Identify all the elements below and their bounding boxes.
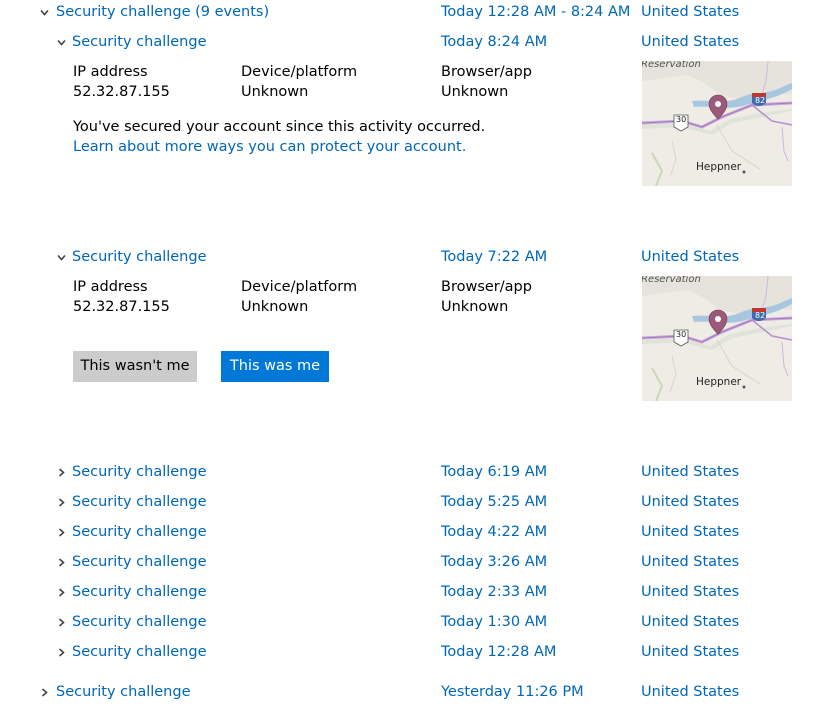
- event-title-link[interactable]: Security challenge: [72, 523, 207, 541]
- last-event-location[interactable]: United States: [641, 683, 739, 701]
- chevron-right-icon[interactable]: [57, 588, 66, 597]
- event2-title-link[interactable]: Security challenge: [72, 248, 207, 266]
- route-30-label: 30: [676, 115, 687, 124]
- this-wasnt-me-button[interactable]: This wasn't me: [73, 351, 197, 382]
- last-event-title-link[interactable]: Security challenge: [56, 683, 191, 701]
- event-location[interactable]: United States: [641, 553, 739, 571]
- route-30-label: 30: [676, 330, 687, 339]
- chevron-right-icon[interactable]: [57, 468, 66, 477]
- event-time: Today 6:19 AM: [441, 464, 548, 480]
- chevron-down-icon[interactable]: [57, 38, 66, 47]
- browser-app-label: Browser/app: [441, 64, 532, 80]
- chevron-right-icon[interactable]: [57, 498, 66, 507]
- event-location[interactable]: United States: [641, 463, 739, 481]
- event-location[interactable]: United States: [641, 643, 739, 661]
- event-title-link[interactable]: Security challenge: [72, 583, 207, 601]
- event-title-link[interactable]: Security challenge: [72, 643, 207, 661]
- ip-address-label: IP address: [73, 64, 148, 80]
- map-city-label: Heppner: [696, 161, 742, 173]
- group-location[interactable]: United States: [641, 3, 739, 21]
- learn-more-link[interactable]: Learn about more ways you can protect yo…: [73, 138, 466, 156]
- event-location[interactable]: United States: [641, 523, 739, 541]
- event-location[interactable]: United States: [641, 613, 739, 631]
- group-time: Today 12:28 AM - 8:24 AM: [441, 4, 631, 20]
- location-map[interactable]: Reservation 30 82 Heppner: [642, 61, 792, 186]
- event-title-link[interactable]: Security challenge: [72, 613, 207, 631]
- map-city-label: Heppner: [696, 376, 742, 388]
- device-platform-label: Device/platform: [241, 279, 358, 295]
- event-title-link[interactable]: Security challenge: [72, 493, 207, 511]
- chevron-down-icon[interactable]: [40, 8, 49, 17]
- event2-time: Today 7:22 AM: [441, 249, 548, 265]
- event-time: Today 12:28 AM: [441, 644, 557, 660]
- chevron-right-icon[interactable]: [57, 618, 66, 627]
- chevron-right-icon[interactable]: [57, 558, 66, 567]
- event-time: Today 5:25 AM: [441, 494, 548, 510]
- event1-title-link[interactable]: Security challenge: [72, 33, 207, 51]
- event-time: Today 4:22 AM: [441, 524, 548, 540]
- device-platform-label: Device/platform: [241, 64, 358, 80]
- event1-location[interactable]: United States: [641, 33, 739, 51]
- chevron-down-icon[interactable]: [57, 253, 66, 262]
- route-82-label: 82: [755, 96, 766, 105]
- ip-address-label: IP address: [73, 279, 148, 295]
- event2-location[interactable]: United States: [641, 248, 739, 266]
- event-location[interactable]: United States: [641, 583, 739, 601]
- ip-address-value: 52.32.87.155: [73, 84, 170, 100]
- secured-note: You've secured your account since this a…: [73, 119, 486, 135]
- this-was-me-button[interactable]: This was me: [221, 351, 329, 382]
- map-reservation-label: Reservation: [642, 61, 701, 70]
- device-platform-value: Unknown: [241, 299, 309, 315]
- location-map[interactable]: Reservation 30 82 Heppner: [642, 276, 792, 401]
- map-reservation-label: Reservation: [642, 276, 701, 285]
- event-location[interactable]: United States: [641, 493, 739, 511]
- event1-time: Today 8:24 AM: [441, 34, 548, 50]
- device-platform-value: Unknown: [241, 84, 309, 100]
- event-time: Today 1:30 AM: [441, 614, 548, 630]
- browser-app-value: Unknown: [441, 84, 509, 100]
- event-title-link[interactable]: Security challenge: [72, 463, 207, 481]
- chevron-right-icon[interactable]: [57, 528, 66, 537]
- browser-app-label: Browser/app: [441, 279, 532, 295]
- event-time: Today 2:33 AM: [441, 584, 548, 600]
- browser-app-value: Unknown: [441, 299, 509, 315]
- group-title-link[interactable]: Security challenge (9 events): [56, 3, 269, 21]
- chevron-right-icon[interactable]: [57, 648, 66, 657]
- last-event-time: Yesterday 11:26 PM: [441, 684, 584, 700]
- route-82-label: 82: [755, 311, 766, 320]
- chevron-right-icon[interactable]: [40, 688, 49, 697]
- event-time: Today 3:26 AM: [441, 554, 548, 570]
- event-title-link[interactable]: Security challenge: [72, 553, 207, 571]
- ip-address-value: 52.32.87.155: [73, 299, 170, 315]
